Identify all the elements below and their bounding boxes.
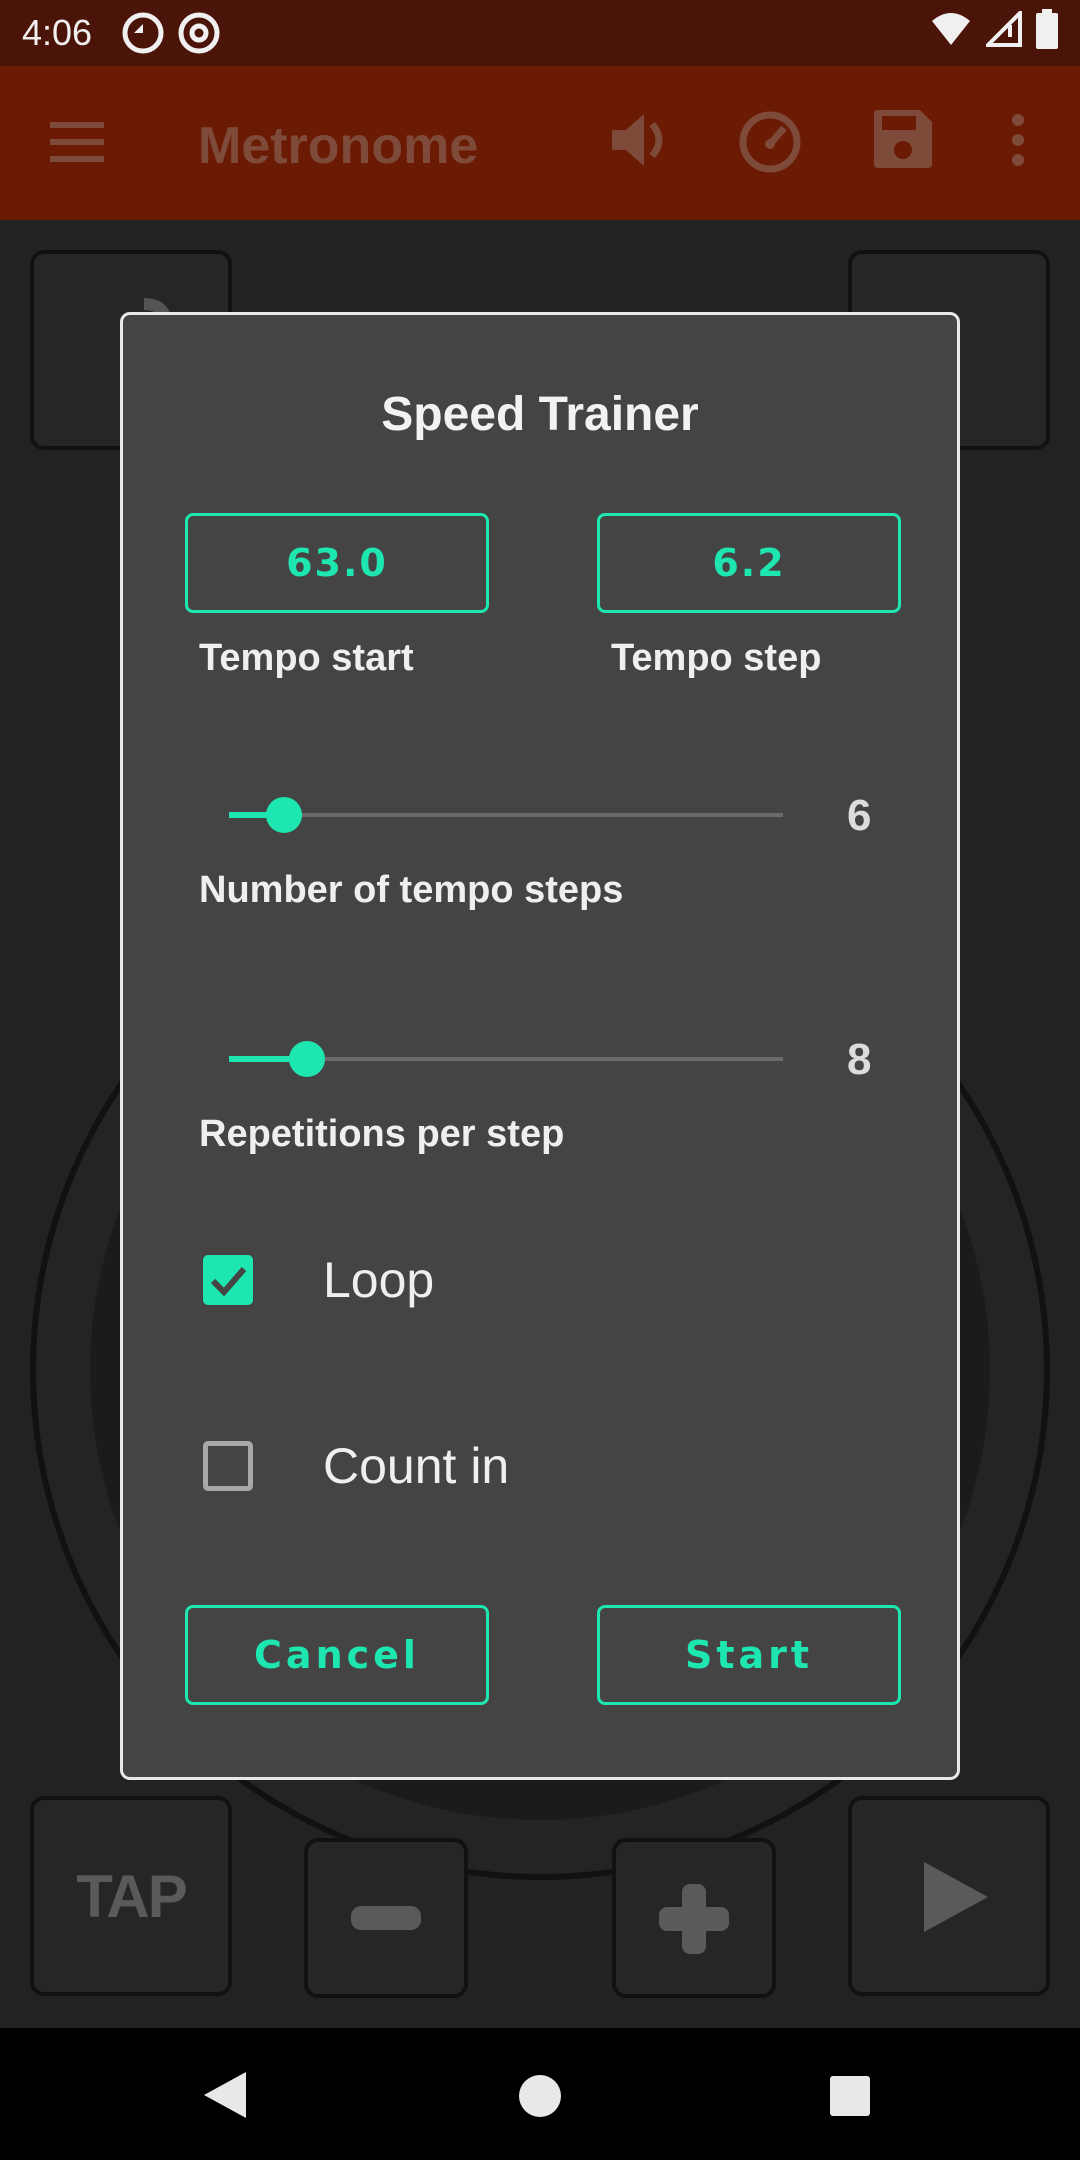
count-in-checkbox[interactable]	[203, 1441, 253, 1491]
volume-icon[interactable]	[608, 110, 668, 175]
tap-button[interactable]: TAP	[30, 1796, 232, 1996]
count-in-label[interactable]: Count in	[323, 1437, 509, 1495]
sync-notification-icon	[122, 12, 164, 54]
slider-thumb[interactable]	[288, 1041, 325, 1077]
tempo-start-input[interactable]: 63.0	[185, 513, 489, 613]
menu-icon[interactable]	[50, 122, 104, 167]
tempo-steps-label: Number of tempo steps	[199, 869, 624, 911]
loop-label[interactable]: Loop	[323, 1251, 434, 1309]
save-icon[interactable]	[874, 110, 932, 173]
at-notification-icon	[178, 12, 220, 54]
app-title: Metronome	[198, 117, 479, 175]
dialog-title: Speed Trainer	[381, 388, 699, 441]
speedometer-icon[interactable]	[738, 110, 802, 179]
wifi-icon	[930, 11, 972, 56]
status-bar: 4:06	[0, 0, 1080, 66]
speed-trainer-dialog: Speed Trainer 63.0 Tempo start 6.2 Tempo…	[120, 312, 960, 1780]
tap-label: TAP	[76, 1862, 188, 1930]
status-time: 4:06	[22, 12, 93, 53]
repetitions-label: Repetitions per step	[199, 1113, 565, 1155]
plus-icon	[659, 1884, 729, 1954]
tempo-step-label: Tempo step	[611, 637, 822, 679]
increase-tempo-button[interactable]	[612, 1838, 776, 1998]
cell-signal-icon	[983, 7, 1022, 56]
navigation-bar	[0, 2028, 1080, 2160]
loop-checkbox[interactable]	[203, 1255, 253, 1305]
recents-icon[interactable]	[830, 2076, 870, 2121]
cancel-button[interactable]: Cancel	[185, 1605, 489, 1705]
decrease-tempo-button[interactable]	[304, 1838, 468, 1998]
battery-icon	[1036, 8, 1058, 58]
slider-track	[229, 813, 783, 817]
minus-icon	[351, 1906, 421, 1930]
play-button[interactable]	[848, 1796, 1050, 1996]
checkmark-icon	[210, 1267, 247, 1297]
tempo-steps-slider[interactable]	[229, 795, 783, 835]
tempo-steps-value: 6	[847, 791, 872, 840]
tempo-step-input[interactable]: 6.2	[597, 513, 901, 613]
start-button[interactable]: Start	[597, 1605, 901, 1705]
play-icon	[924, 1862, 988, 1932]
back-icon[interactable]	[204, 2072, 246, 2123]
repetitions-value: 8	[847, 1035, 872, 1084]
repetitions-slider[interactable]	[229, 1039, 783, 1079]
more-options-icon[interactable]	[1010, 110, 1026, 175]
home-icon[interactable]	[518, 2074, 562, 2123]
slider-thumb[interactable]	[266, 797, 303, 833]
tempo-start-label: Tempo start	[199, 637, 414, 679]
app-bar: Metronome	[0, 66, 1080, 220]
